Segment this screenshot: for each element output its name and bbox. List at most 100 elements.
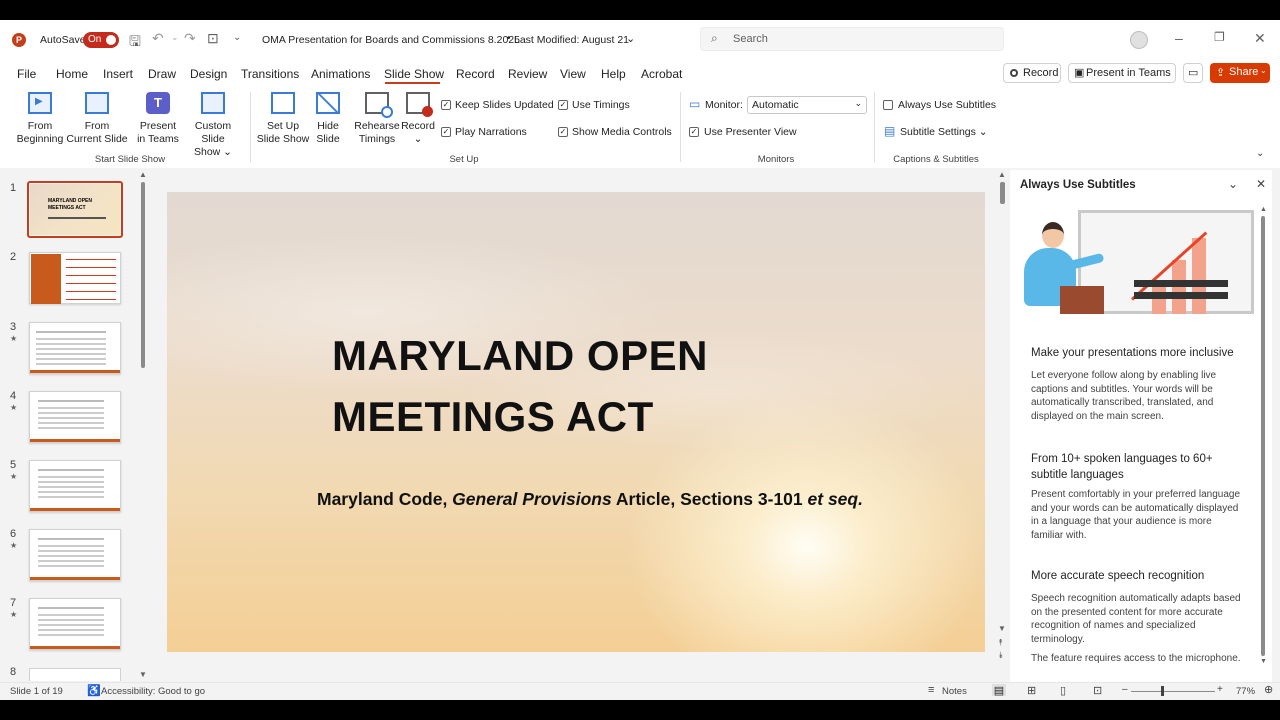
panel-paragraph-4: The feature requires access to the micro… — [1031, 653, 1241, 664]
panel-collapse-icon[interactable]: ⌄ — [1228, 177, 1238, 191]
tab-home[interactable]: Home — [56, 67, 88, 81]
previous-slide-icon[interactable]: ⯭ — [998, 637, 1003, 648]
minimize-icon[interactable]: – — [1175, 30, 1183, 46]
slide-sorter-icon[interactable]: ⊞ — [1027, 684, 1036, 697]
play-narrations-checkbox[interactable]: ✓ — [441, 127, 451, 137]
tab-record[interactable]: Record — [456, 67, 495, 81]
collapse-ribbon-icon[interactable]: ⌄ — [1256, 148, 1264, 159]
slide-scrollbar-thumb[interactable] — [1000, 182, 1005, 204]
keep-slides-updated-checkbox[interactable]: ✓ — [441, 100, 451, 110]
slide-thumbnail[interactable] — [29, 252, 121, 304]
search-box[interactable]: ⌕ Search — [700, 27, 1004, 51]
panel-scroll-up-icon[interactable]: ▲ — [1260, 206, 1267, 213]
custom-slide-show-button[interactable]: Custom Slide Show ⌄ — [182, 90, 244, 158]
undo-dropdown-icon[interactable]: ⌄ — [171, 32, 179, 43]
tab-design[interactable]: Design — [190, 67, 227, 81]
tab-view[interactable]: View — [560, 67, 586, 81]
slide-scroll-up-icon[interactable]: ▲ — [998, 170, 1006, 179]
normal-view-icon[interactable]: ▤ — [992, 684, 1006, 697]
title-chevron-icon[interactable]: ⌄ — [626, 32, 635, 45]
notes-button[interactable]: Notes — [942, 686, 967, 697]
thumbnail-scrollbar-thumb[interactable] — [141, 182, 145, 368]
monitor-select[interactable]: Automatic ⌄ — [747, 96, 867, 114]
group-set-up: Set Up — [449, 154, 479, 165]
redo-icon[interactable]: ↷ — [184, 30, 196, 47]
present-icon[interactable]: ⊡ — [207, 30, 219, 47]
slide-thumbnail-selected[interactable]: MARYLAND OPEN MEETINGS ACT — [27, 181, 123, 238]
thumb-text-lines — [38, 538, 104, 540]
thumb-text-lines — [36, 331, 106, 333]
tab-transitions[interactable]: Transitions — [241, 67, 299, 81]
tab-animations[interactable]: Animations — [311, 67, 370, 81]
tab-acrobat[interactable]: Acrobat — [641, 67, 682, 81]
present-in-teams-ribbon-button[interactable]: T Present in Teams — [135, 90, 181, 146]
slide-thumbnail[interactable] — [29, 668, 121, 681]
document-title[interactable]: OMA Presentation for Boards and Commissi… — [262, 34, 520, 46]
reading-view-icon[interactable]: ▯ — [1060, 684, 1066, 697]
slide-thumbnail[interactable] — [29, 529, 121, 581]
slide-thumbnail[interactable] — [29, 322, 121, 374]
account-avatar[interactable] — [1130, 31, 1148, 49]
share-button[interactable]: ⇪ Share ⌄ — [1210, 63, 1270, 83]
panel-scrollbar-thumb[interactable] — [1261, 216, 1265, 656]
panel-scroll-down-icon[interactable]: ▼ — [1260, 658, 1267, 665]
restore-icon[interactable]: ❐ — [1214, 30, 1225, 44]
slide-thumbnail[interactable] — [29, 460, 121, 512]
slide-thumbnail[interactable] — [29, 598, 121, 650]
zoom-in-icon[interactable]: + — [1217, 684, 1223, 695]
accessibility-icon[interactable]: ♿ — [87, 684, 101, 697]
customize-toolbar-icon[interactable]: ⌄ — [233, 32, 241, 43]
from-current-slide-button[interactable]: From Current Slide — [66, 90, 128, 146]
zoom-out-icon[interactable]: – — [1122, 684, 1128, 695]
comments-button[interactable]: ▭ — [1183, 63, 1203, 83]
undo-icon[interactable]: ↶ — [152, 30, 164, 47]
autosave-label: AutoSave — [40, 34, 86, 46]
tab-slide-show[interactable]: Slide Show — [384, 67, 444, 81]
slide-scroll-down-icon[interactable]: ▼ — [998, 624, 1006, 633]
panel-close-icon[interactable]: ✕ — [1256, 177, 1266, 191]
subtitles-illustration — [1020, 206, 1256, 322]
record-button[interactable]: Record — [1003, 63, 1061, 83]
slide-canvas[interactable]: MARYLAND OPEN MEETINGS ACT Maryland Code… — [167, 192, 985, 652]
scroll-down-arrow-icon[interactable]: ▼ — [139, 670, 147, 679]
rehearse-timings-button[interactable]: Rehearse Timings — [354, 90, 400, 146]
tab-file[interactable]: File — [17, 67, 36, 81]
slide-thumbnail[interactable] — [29, 391, 121, 443]
tab-insert[interactable]: Insert — [103, 67, 133, 81]
present-in-teams-button[interactable]: ▣ Present in Teams — [1068, 63, 1176, 83]
next-slide-icon[interactable]: ⯯ — [998, 650, 1003, 661]
thumb1-title-2: MEETINGS ACT — [48, 205, 86, 211]
presenter-view-checkbox[interactable]: ✓ — [689, 127, 699, 137]
zoom-slider-track[interactable] — [1131, 691, 1215, 692]
close-window-icon[interactable]: ✕ — [1254, 30, 1266, 47]
save-icon[interactable]: 🖫 — [129, 31, 141, 55]
slide-title-1[interactable]: MARYLAND OPEN — [332, 332, 708, 380]
accessibility-status[interactable]: Accessibility: Good to go — [101, 686, 205, 697]
subtitle-settings-label[interactable]: Subtitle Settings ⌄ — [900, 126, 988, 138]
tab-review[interactable]: Review — [508, 67, 547, 81]
slide-show-view-icon[interactable]: ⊡ — [1093, 684, 1102, 697]
animation-star-icon: ★ — [10, 334, 18, 343]
slide-subtitle[interactable]: Maryland Code, General Provisions Articl… — [317, 489, 863, 510]
slide-title-2[interactable]: MEETINGS ACT — [332, 393, 654, 441]
autosave-toggle[interactable]: On — [83, 32, 119, 48]
from-beginning-button[interactable]: ▶ From Beginning — [15, 90, 65, 146]
tab-help[interactable]: Help — [601, 67, 626, 81]
use-timings-checkbox[interactable]: ✓ — [558, 100, 568, 110]
zoom-slider-handle[interactable] — [1161, 686, 1164, 696]
tab-draw[interactable]: Draw — [148, 67, 176, 81]
slide-counter: Slide 1 of 19 — [10, 686, 63, 697]
notes-icon[interactable]: ≡ — [928, 684, 934, 696]
subtitle-settings-icon[interactable]: ▤ — [884, 124, 895, 138]
scroll-up-arrow-icon[interactable]: ▲ — [139, 170, 147, 179]
zoom-level[interactable]: 77% — [1236, 686, 1255, 697]
group-captions-subtitles: Captions & Subtitles — [893, 154, 979, 165]
show-media-controls-checkbox[interactable]: ✓ — [558, 127, 568, 137]
from-current-label-2: Current Slide — [66, 133, 128, 145]
fit-to-window-icon[interactable]: ⊕ — [1264, 683, 1273, 696]
record-ribbon-button[interactable]: Record ⌄ — [400, 90, 436, 146]
setup-slide-show-button[interactable]: Set Up Slide Show — [256, 90, 310, 146]
last-modified[interactable]: Last Modified: August 21 — [514, 34, 629, 46]
hide-slide-button[interactable]: Hide Slide — [310, 90, 346, 146]
always-use-subtitles-checkbox[interactable] — [883, 100, 893, 110]
